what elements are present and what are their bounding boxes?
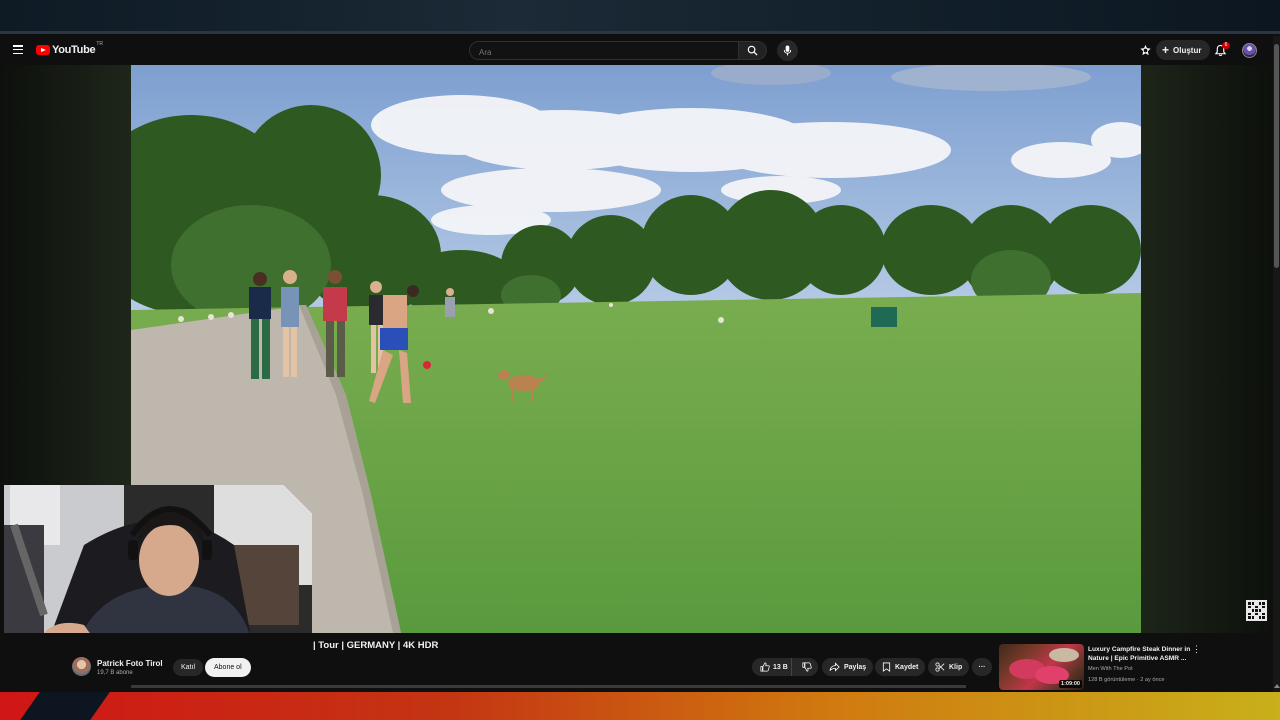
clip-button[interactable]: Klip — [928, 658, 970, 676]
save-button[interactable]: Kaydet — [875, 658, 926, 676]
create-video-icon[interactable] — [1139, 44, 1152, 57]
search-button[interactable] — [739, 41, 767, 60]
stream-overlay-bottom-bar — [0, 692, 1280, 720]
ambient-side-right — [1141, 65, 1273, 633]
subscriber-count: 19,7 B abone — [97, 670, 133, 676]
recommended-video-thumbnail[interactable]: 1:09:00 — [999, 644, 1084, 690]
create-button[interactable]: + Oluştur — [1156, 40, 1211, 60]
thumbnail-plate — [1049, 648, 1079, 662]
scissors-icon — [935, 662, 945, 672]
more-actions-icon: ··· — [978, 663, 986, 671]
create-label: Oluştur — [1173, 45, 1202, 55]
share-arrow-icon — [829, 662, 840, 672]
more-actions-button[interactable]: ··· — [972, 658, 992, 676]
scrollbar-thumb[interactable] — [1274, 44, 1279, 268]
share-button[interactable]: Paylaş — [822, 658, 874, 676]
search-input[interactable] — [470, 44, 738, 61]
save-label: Kaydet — [895, 663, 919, 671]
thumbs-up-icon — [760, 662, 770, 672]
video-progress-bar[interactable] — [131, 685, 966, 688]
like-count: 13 B — [773, 663, 788, 671]
microphone-icon — [783, 45, 792, 56]
notification-badge: 6 — [1222, 42, 1230, 49]
hamburger-menu-icon[interactable] — [13, 45, 23, 55]
webcam-video-frame — [4, 485, 312, 653]
account-avatar[interactable] — [1242, 43, 1257, 58]
recommended-channel-name[interactable]: Men With The Pot — [1088, 666, 1133, 672]
recommended-more-menu-icon[interactable]: ⋮ — [1192, 645, 1201, 654]
scroll-down-arrow-icon[interactable] — [1274, 683, 1280, 688]
logo-text: YouTube — [52, 44, 96, 56]
video-duration-badge: 1:09:00 — [1059, 680, 1082, 688]
youtube-logo[interactable]: YouTube TR — [36, 41, 103, 56]
subscribe-button[interactable]: Abone ol — [205, 658, 251, 677]
logo-region: TR — [96, 41, 103, 47]
video-title: | Tour | GERMANY | 4K HDR — [313, 640, 439, 651]
search-box[interactable] — [469, 41, 739, 61]
thumbs-down-icon — [802, 662, 812, 672]
search-icon — [747, 45, 758, 56]
like-button[interactable]: 13 B — [752, 658, 792, 676]
recommended-video-title[interactable]: Luxury Campfire Steak Dinner in Nature |… — [1088, 645, 1192, 663]
youtube-header: YouTube TR + Oluştur 6 — [0, 36, 1280, 65]
clip-label: Klip — [949, 663, 963, 671]
stream-overlay-top-bar — [0, 0, 1280, 34]
voice-search-button[interactable] — [777, 40, 798, 61]
dislike-button[interactable] — [796, 662, 818, 672]
recommended-video-meta: 128 B görüntüleme · 2 ay önce — [1088, 677, 1165, 683]
plus-icon: + — [1162, 43, 1170, 57]
overlay-slash-decoration — [20, 692, 110, 720]
bookmark-icon — [882, 662, 891, 672]
share-label: Paylaş — [844, 663, 867, 671]
like-dislike-group: 13 B — [752, 658, 818, 676]
qr-code-icon — [1246, 600, 1267, 621]
join-button[interactable]: Katıl — [173, 659, 204, 676]
streamer-webcam — [4, 485, 312, 653]
channel-avatar[interactable] — [72, 657, 91, 676]
youtube-play-logo-icon — [36, 45, 50, 55]
channel-name[interactable]: Patrick Foto Tirol — [97, 659, 163, 668]
